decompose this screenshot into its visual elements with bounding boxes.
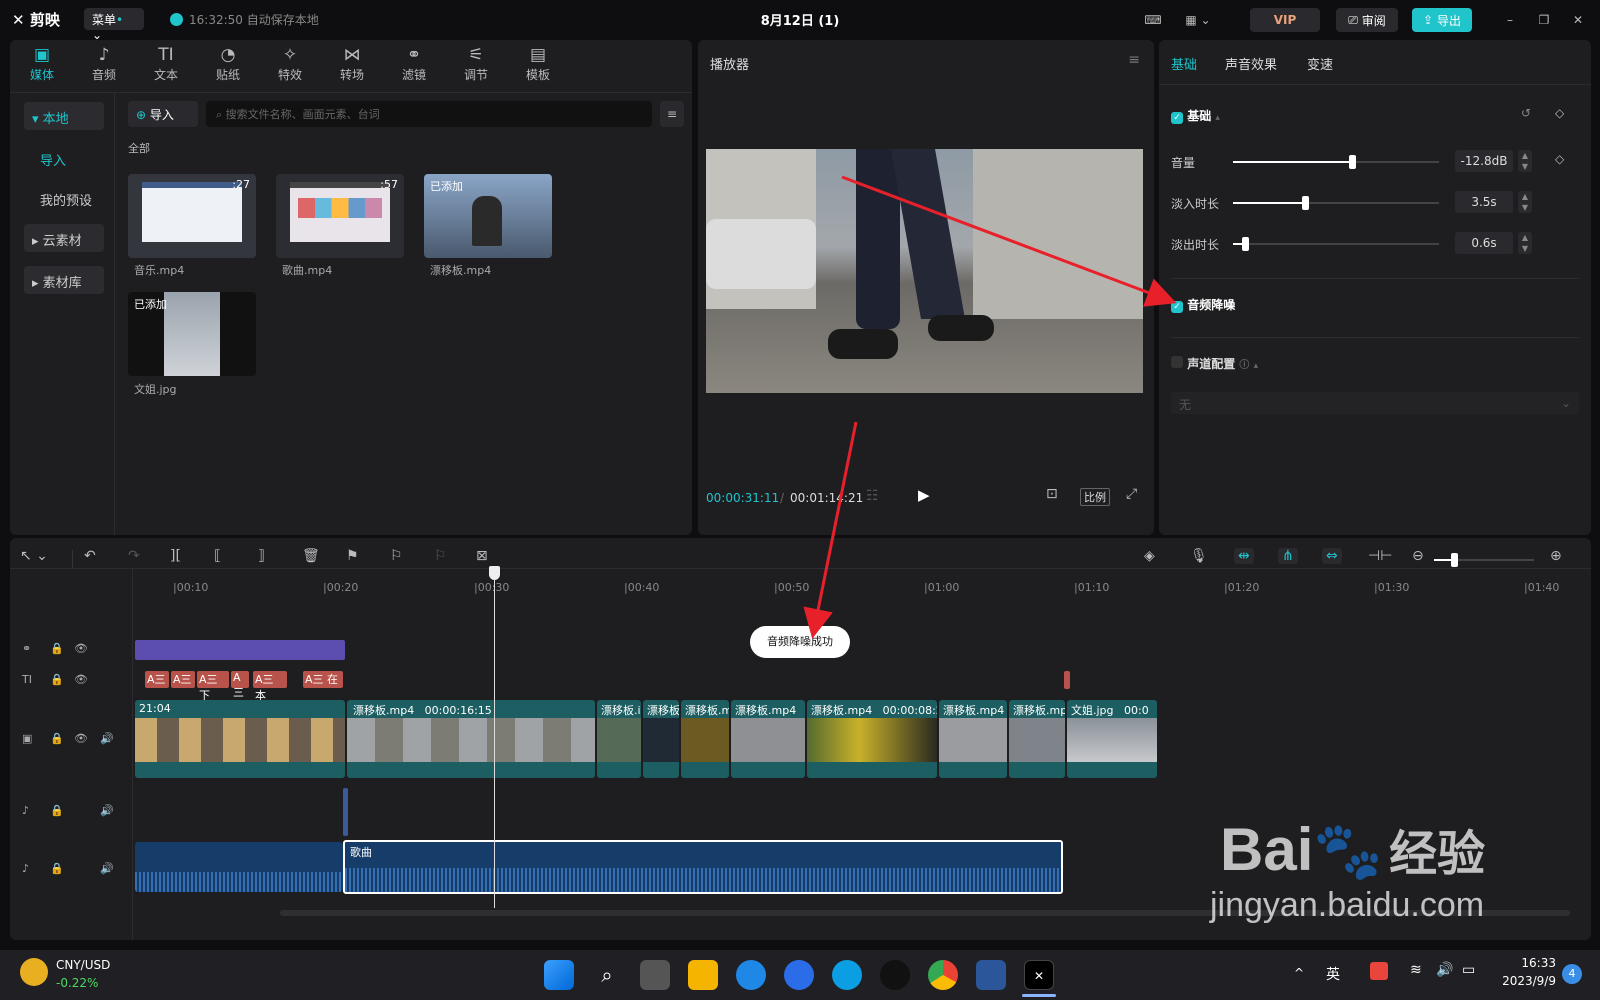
sogou-icon[interactable] [1370,962,1388,980]
browser-icon[interactable] [832,960,862,990]
clock-time[interactable]: 16:33 [1500,956,1556,970]
search-icon[interactable]: ⌕ [592,960,622,990]
capcut-icon[interactable]: ✕ [1024,960,1054,990]
clock-date[interactable]: 2023/9/9 [1486,974,1556,988]
file-explorer-icon[interactable] [688,960,718,990]
notification-badge[interactable]: 4 [1562,964,1582,984]
taskbar: CNY/USD -0.22% ⌕ ✕ ^ 英 ≋ 🔊 ▭ 16:33 2023/… [0,950,1600,1000]
qq-icon[interactable] [880,960,910,990]
wifi-icon[interactable]: ≋ [1410,962,1422,978]
coins-icon [20,958,48,986]
arrow-to-denoise [841,175,1177,307]
arrow-to-toast [803,421,858,639]
edge-icon[interactable] [736,960,766,990]
battery-icon[interactable]: ▭ [1462,962,1475,978]
watermark-bai: Bai [1220,816,1314,883]
watermark-brand: Bai🐾 经验 [1220,820,1485,885]
watermark-url: jingyan.baidu.com [1210,886,1485,924]
volume-icon[interactable]: 🔊 [1436,962,1453,978]
windows-start-icon[interactable] [544,960,574,990]
ime-indicator[interactable]: 英 [1326,964,1340,984]
word-icon[interactable] [976,960,1006,990]
chevron-up-icon[interactable]: ^ [1294,966,1304,980]
cloud-app-icon[interactable] [784,960,814,990]
currency-pair[interactable]: CNY/USD [56,958,110,972]
currency-change: -0.22% [56,976,99,990]
task-view-icon[interactable] [640,960,670,990]
active-app-indicator [1022,994,1056,997]
chrome-icon[interactable] [928,960,958,990]
watermark-jingyan: 经验 [1389,828,1486,881]
paw-icon: 🐾 [1313,819,1384,882]
baidu-watermark: Bai🐾 经验 jingyan.baidu.com [1210,820,1485,925]
